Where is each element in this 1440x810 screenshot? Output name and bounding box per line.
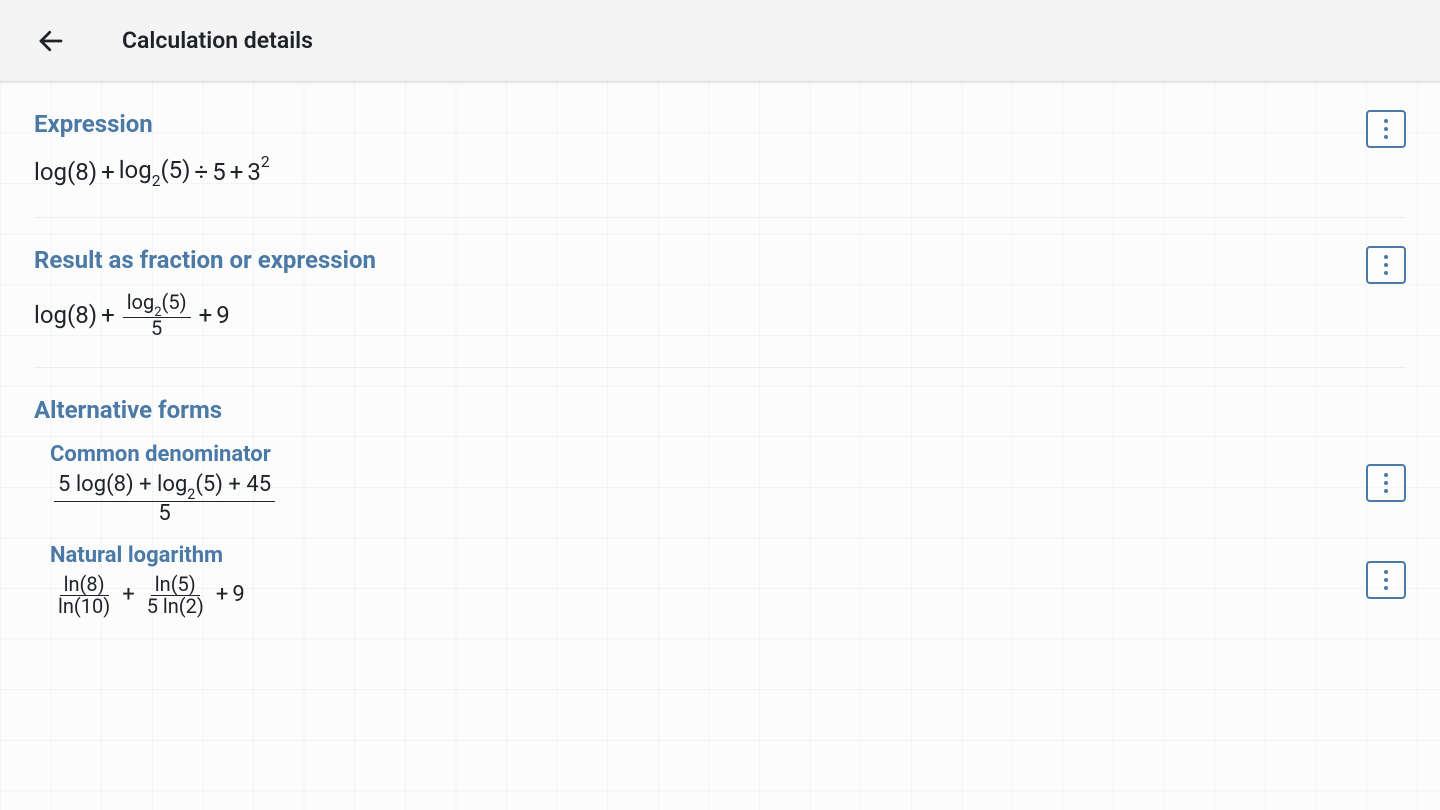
res-nine: 9 [216, 301, 230, 330]
nl-frac2: ln(5) 5 ln(2) [143, 574, 208, 617]
expr-plus1: + [97, 158, 119, 187]
section-result: Result as fraction or expression log(8) … [34, 218, 1406, 369]
natural-log-heading: Natural logarithm [50, 543, 1406, 568]
expression-menu-button[interactable] [1366, 110, 1406, 148]
alt-common-denominator: Common denominator 5 log(8) + log2(5) + … [34, 442, 1406, 524]
alt-natural-log: Natural logarithm ln(8) ln(10) + ln(5) 5… [34, 543, 1406, 617]
cd-den: 5 [154, 502, 174, 525]
natural-log-menu-button[interactable] [1366, 561, 1406, 599]
back-button[interactable] [34, 24, 68, 58]
more-vertical-icon [1384, 570, 1388, 574]
expr-div: ÷ [191, 158, 213, 187]
nl-plus1: + [118, 582, 138, 608]
nl-plus2: + [212, 582, 232, 608]
cd-fraction: 5 log(8) + log2(5) + 45 5 [54, 473, 275, 524]
alternative-heading: Alternative forms [34, 396, 1406, 424]
result-menu-button[interactable] [1366, 246, 1406, 284]
more-vertical-icon [1384, 119, 1388, 123]
arrow-left-icon [36, 26, 66, 56]
common-denominator-heading: Common denominator [50, 442, 1406, 467]
section-expression: Expression log(8) + log2(5) ÷ 5 + 32 [34, 82, 1406, 218]
res-frac-num: log2(5) [123, 292, 191, 319]
res-fraction: log2(5) 5 [123, 292, 191, 340]
expr-log8: log(8) [34, 158, 97, 187]
res-frac-den: 5 [147, 318, 166, 339]
content-area: Expression log(8) + log2(5) ÷ 5 + 32 Res… [0, 82, 1440, 645]
nl-nine: 9 [232, 582, 244, 608]
more-vertical-icon [1384, 255, 1388, 259]
res-plus2: + [195, 301, 217, 330]
result-heading: Result as fraction or expression [34, 246, 1406, 274]
result-math: log(8) + log2(5) 5 + 9 [34, 292, 1406, 340]
expression-heading: Expression [34, 110, 1406, 138]
expression-math: log(8) + log2(5) ÷ 5 + 32 [34, 156, 1406, 189]
expr-five: 5 [212, 158, 226, 187]
section-alternative: Alternative forms Common denominator 5 l… [34, 368, 1406, 644]
expr-log2-5: log2(5) [119, 156, 191, 189]
expr-three-sq: 32 [247, 157, 269, 187]
page-title: Calculation details [122, 27, 313, 54]
nl-frac1: ln(8) ln(10) [54, 574, 114, 617]
more-vertical-icon [1384, 473, 1388, 477]
cd-num: 5 log(8) + log2(5) + 45 [54, 473, 275, 501]
common-denominator-math: 5 log(8) + log2(5) + 45 5 [50, 473, 1406, 524]
expr-plus2: + [226, 158, 248, 187]
res-log8: log(8) [34, 301, 97, 330]
app-header: Calculation details [0, 0, 1440, 82]
natural-log-math: ln(8) ln(10) + ln(5) 5 ln(2) + 9 [50, 574, 1406, 617]
common-denominator-menu-button[interactable] [1366, 464, 1406, 502]
res-plus1: + [97, 301, 119, 330]
